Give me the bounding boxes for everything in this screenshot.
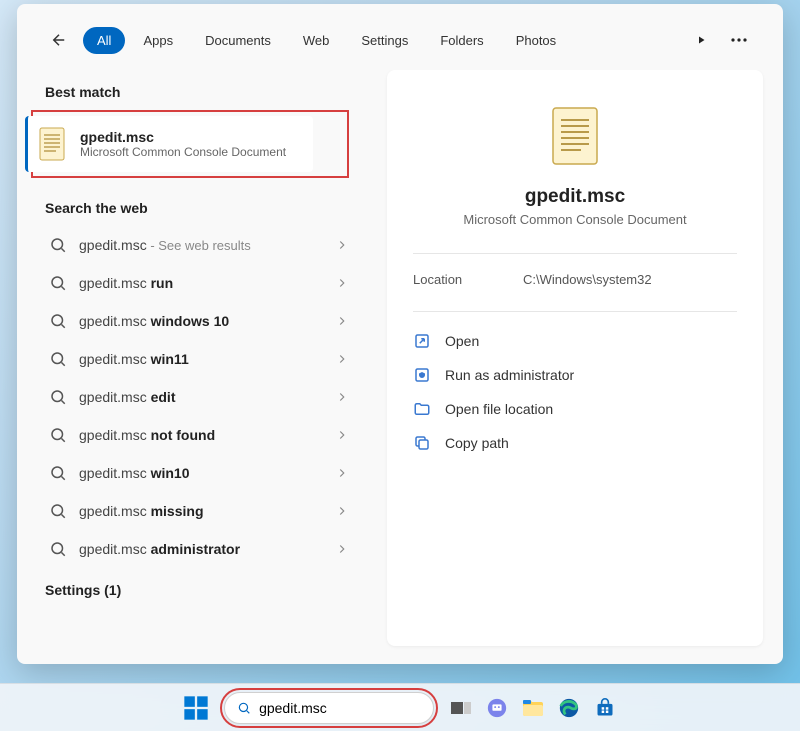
tab-all[interactable]: All — [83, 27, 125, 54]
web-result-item[interactable]: gpedit.msc administrator — [45, 530, 353, 568]
action-copy-path[interactable]: Copy path — [413, 426, 737, 460]
chevron-right-icon — [335, 352, 349, 366]
filter-tabs-row: All Apps Documents Web Settings Folders … — [17, 4, 783, 70]
search-icon — [49, 312, 67, 330]
chevron-right-icon — [335, 314, 349, 328]
highlight-annotation-box: gpedit.msc Microsoft Common Console Docu… — [31, 110, 349, 178]
edge-icon — [558, 697, 580, 719]
taskbar-search-highlight — [220, 688, 438, 728]
taskbar-search-box[interactable] — [224, 692, 434, 724]
tab-documents[interactable]: Documents — [191, 27, 285, 54]
preview-divider — [413, 253, 737, 254]
web-result-text: gpedit.msc not found — [79, 427, 323, 443]
best-match-title: gpedit.msc — [80, 129, 286, 145]
taskbar — [0, 683, 800, 731]
search-icon — [49, 464, 67, 482]
action-open[interactable]: Open — [413, 324, 737, 358]
folder-icon — [413, 400, 431, 418]
document-scroll-icon — [38, 126, 66, 162]
best-match-subtitle: Microsoft Common Console Document — [80, 145, 286, 159]
web-result-item[interactable]: gpedit.msc windows 10 — [45, 302, 353, 340]
web-result-item[interactable]: gpedit.msc win11 — [45, 340, 353, 378]
more-options-button[interactable] — [729, 30, 749, 50]
preview-title: gpedit.msc — [525, 186, 625, 208]
chevron-right-icon — [335, 276, 349, 290]
ellipsis-icon — [731, 38, 747, 42]
file-explorer-button[interactable] — [520, 695, 546, 721]
start-button[interactable] — [182, 694, 210, 722]
action-run-admin[interactable]: Run as administrator — [413, 358, 737, 392]
search-icon — [49, 236, 67, 254]
results-list-column: Best match gpedit.msc Microsoft Common C… — [17, 70, 377, 664]
web-result-item[interactable]: gpedit.msc run — [45, 264, 353, 302]
search-web-header: Search the web — [45, 200, 377, 216]
web-result-text: gpedit.msc windows 10 — [79, 313, 323, 329]
copy-icon — [413, 434, 431, 452]
chevron-right-icon — [335, 466, 349, 480]
search-icon — [49, 388, 67, 406]
search-icon — [49, 426, 67, 444]
location-value: C:\Windows\system32 — [523, 272, 652, 287]
search-icon — [49, 350, 67, 368]
results-columns: Best match gpedit.msc Microsoft Common C… — [17, 70, 783, 664]
arrow-left-icon — [50, 31, 68, 49]
action-run-admin-label: Run as administrator — [445, 367, 574, 383]
task-view-button[interactable] — [448, 695, 474, 721]
web-result-text: gpedit.msc win11 — [79, 351, 323, 367]
action-open-location-label: Open file location — [445, 401, 553, 417]
search-icon — [237, 700, 251, 716]
action-open-label: Open — [445, 333, 479, 349]
search-icon — [49, 502, 67, 520]
web-result-text: gpedit.msc run — [79, 275, 323, 291]
web-result-item[interactable]: gpedit.msc win10 — [45, 454, 353, 492]
play-triangle-icon — [695, 34, 707, 46]
location-row: Location C:\Windows\system32 — [413, 272, 737, 287]
task-view-icon — [451, 700, 471, 716]
web-result-text: gpedit.msc edit — [79, 389, 323, 405]
tab-folders[interactable]: Folders — [426, 27, 497, 54]
chat-icon — [486, 697, 508, 719]
action-copy-path-label: Copy path — [445, 435, 509, 451]
chevron-right-icon — [335, 428, 349, 442]
chevron-right-icon — [335, 390, 349, 404]
folder-icon — [522, 699, 544, 717]
preview-pane: gpedit.msc Microsoft Common Console Docu… — [387, 70, 763, 646]
shield-icon — [413, 366, 431, 384]
edge-button[interactable] — [556, 695, 582, 721]
search-results-panel: All Apps Documents Web Settings Folders … — [17, 4, 783, 664]
preview-divider-2 — [413, 311, 737, 312]
taskbar-search-input[interactable] — [259, 700, 421, 716]
chat-button[interactable] — [484, 695, 510, 721]
open-icon — [413, 332, 431, 350]
tab-photos[interactable]: Photos — [502, 27, 570, 54]
chevron-right-icon — [335, 542, 349, 556]
store-button[interactable] — [592, 695, 618, 721]
location-label: Location — [413, 272, 523, 287]
web-results-list: gpedit.msc - See web results gpedit.msc … — [45, 226, 353, 568]
search-icon — [49, 274, 67, 292]
action-open-location[interactable]: Open file location — [413, 392, 737, 426]
tab-web[interactable]: Web — [289, 27, 344, 54]
best-match-result[interactable]: gpedit.msc Microsoft Common Console Docu… — [25, 116, 313, 172]
chevron-right-icon — [335, 504, 349, 518]
preview-subtitle: Microsoft Common Console Document — [463, 212, 686, 227]
web-result-item[interactable]: gpedit.msc not found — [45, 416, 353, 454]
web-result-item[interactable]: gpedit.msc missing — [45, 492, 353, 530]
web-result-text: gpedit.msc - See web results — [79, 237, 323, 253]
store-icon — [595, 698, 615, 718]
tab-settings[interactable]: Settings — [347, 27, 422, 54]
settings-results-header[interactable]: Settings (1) — [45, 568, 377, 612]
web-result-text: gpedit.msc administrator — [79, 541, 323, 557]
back-button[interactable] — [45, 26, 73, 54]
web-result-item[interactable]: gpedit.msc - See web results — [45, 226, 353, 264]
chevron-right-icon — [335, 238, 349, 252]
play-icon[interactable] — [691, 30, 711, 50]
tab-apps[interactable]: Apps — [129, 27, 187, 54]
document-scroll-icon-large — [549, 104, 601, 168]
search-icon — [49, 540, 67, 558]
web-result-text: gpedit.msc win10 — [79, 465, 323, 481]
web-result-text: gpedit.msc missing — [79, 503, 323, 519]
web-result-item[interactable]: gpedit.msc edit — [45, 378, 353, 416]
best-match-header: Best match — [45, 84, 377, 100]
